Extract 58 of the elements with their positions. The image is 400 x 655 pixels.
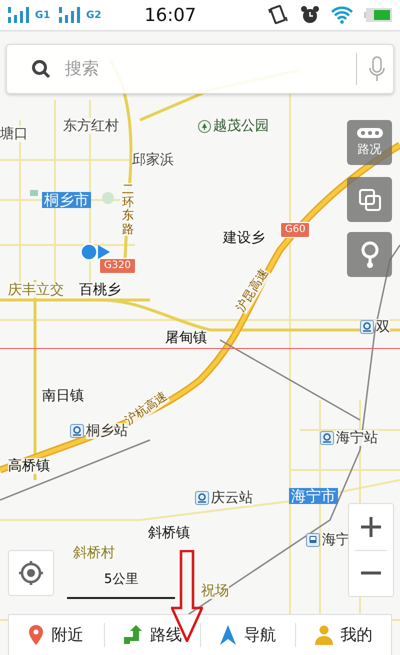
clock: 16:07 bbox=[144, 4, 196, 26]
search-bar[interactable]: 搜索 bbox=[6, 44, 394, 94]
vibrate-icon bbox=[267, 5, 289, 25]
park-label: 越茂公园 bbox=[213, 118, 269, 134]
nav-tab[interactable]: 路线 bbox=[104, 615, 200, 655]
network-label: G1 bbox=[35, 10, 50, 20]
nav-tab[interactable]: 我的 bbox=[296, 615, 391, 655]
highway-shield: G60 bbox=[280, 222, 310, 238]
bus-stop-icon bbox=[306, 533, 320, 547]
train-station-icon bbox=[360, 320, 374, 334]
place-label: 塘口 bbox=[0, 126, 28, 142]
train-station-icon bbox=[195, 491, 209, 505]
plus-icon bbox=[361, 516, 381, 537]
train-station-icon bbox=[70, 424, 84, 438]
station-label: 桐乡站 bbox=[86, 423, 128, 439]
minus-icon bbox=[361, 571, 381, 576]
village-label: 斜桥村 bbox=[73, 545, 115, 561]
village-label: 庆丰立交 bbox=[8, 282, 64, 298]
nav-tab[interactable]: 导航 bbox=[200, 615, 296, 655]
layers-button[interactable] bbox=[347, 177, 392, 222]
station-label: 海宁站 bbox=[336, 430, 378, 446]
battery-icon bbox=[364, 8, 392, 22]
town-label: 屠甸镇 bbox=[165, 330, 207, 346]
location-marker-icon bbox=[80, 243, 110, 261]
turn-arrow-icon bbox=[122, 625, 142, 645]
search-icon bbox=[31, 59, 51, 79]
city-label: 桐乡市 bbox=[42, 192, 91, 208]
search-field[interactable]: 搜索 bbox=[63, 58, 344, 80]
scale-label: 5公里 bbox=[104, 571, 138, 588]
town-label: 百桃乡 bbox=[79, 282, 121, 298]
highway-shield: G320 bbox=[99, 258, 136, 274]
city-label: 海宁市 bbox=[289, 488, 338, 504]
wifi-icon bbox=[331, 6, 353, 24]
tree-icon bbox=[198, 120, 211, 132]
person-icon bbox=[314, 625, 333, 645]
dots-icon bbox=[356, 128, 382, 138]
train-station-icon bbox=[320, 431, 334, 445]
place-label: 东方红村 bbox=[63, 118, 119, 134]
crosshair-icon bbox=[19, 561, 43, 585]
town-label: 高桥镇 bbox=[8, 458, 50, 474]
village-label: 祝场 bbox=[201, 583, 229, 599]
map-pin-icon bbox=[360, 240, 378, 268]
map-pin-icon bbox=[29, 625, 44, 645]
layers-icon bbox=[358, 188, 380, 210]
alarm-icon bbox=[300, 5, 320, 25]
station-label: 双 bbox=[376, 319, 390, 335]
town-label: 斜桥镇 bbox=[148, 525, 190, 541]
favorites-button[interactable] bbox=[347, 232, 392, 277]
place-label: 邱家浜 bbox=[132, 152, 174, 168]
road-label: 二环东路 bbox=[122, 183, 134, 236]
town-label: 建设乡 bbox=[223, 230, 265, 246]
navigation-arrow-icon bbox=[220, 625, 236, 645]
town-label: 南日镇 bbox=[42, 388, 84, 404]
nav-tab[interactable]: 附近 bbox=[9, 615, 104, 655]
signal-icon bbox=[8, 7, 32, 23]
station-label: 庆云站 bbox=[211, 490, 253, 506]
network-label: G2 bbox=[86, 10, 102, 20]
locate-button[interactable] bbox=[8, 550, 54, 596]
